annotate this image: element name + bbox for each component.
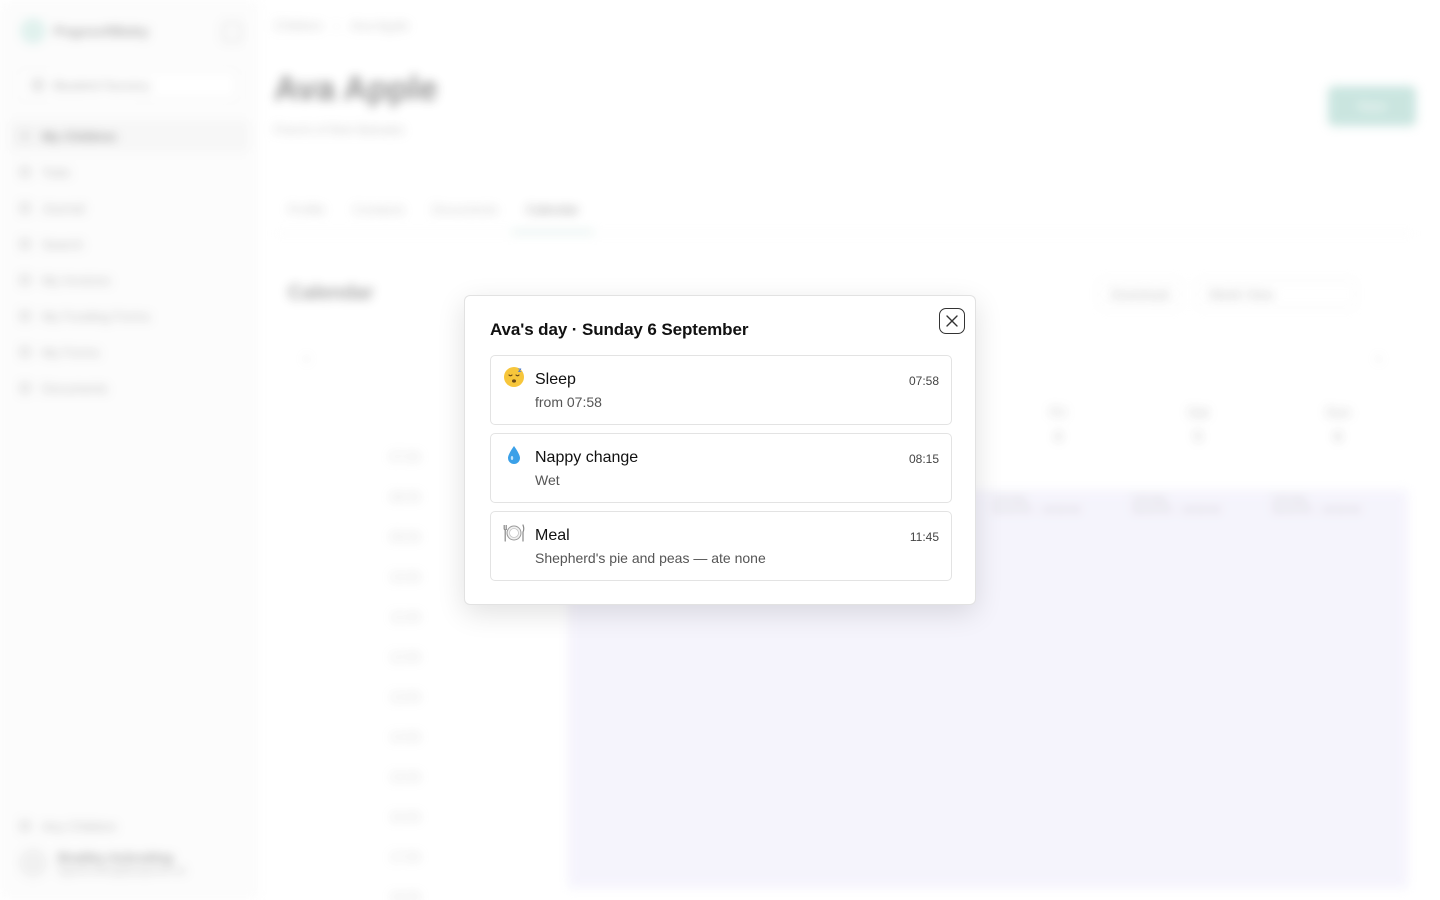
event-name: Nappy change: [535, 449, 639, 466]
event-detail: Wet: [535, 472, 560, 488]
close-button[interactable]: [939, 308, 965, 334]
event-detail: Shepherd's pie and peas — ate none: [535, 550, 766, 566]
event-time: 11:45: [909, 530, 939, 544]
event-sleep[interactable]: z Sleep from 07:58 07:58: [490, 355, 952, 425]
close-icon: [946, 315, 958, 327]
event-list: z Sleep from 07:58 07:58 Nappy change We…: [490, 355, 952, 589]
event-time: 08:15: [908, 452, 939, 466]
event-name: Sleep: [535, 371, 576, 388]
modal-title: Ava's day · Sunday 6 September: [490, 320, 749, 339]
event-nappy-change[interactable]: Nappy change Wet 08:15: [490, 433, 952, 503]
water-drop-icon: [503, 444, 525, 466]
plate-cutlery-icon: [503, 522, 525, 544]
event-name: Meal: [535, 527, 570, 544]
day-summary-modal: Ava's day · Sunday 6 September z Sleep f…: [464, 295, 976, 605]
event-time: 07:58: [908, 374, 939, 388]
app-root: PogosoftBaby Bluebird Nursery My Childre…: [0, 0, 1440, 900]
event-meal[interactable]: Meal Shepherd's pie and peas — ate none …: [490, 511, 952, 581]
svg-text:z: z: [518, 367, 522, 374]
sleep-icon: z: [503, 366, 525, 388]
event-detail: from 07:58: [535, 394, 602, 410]
